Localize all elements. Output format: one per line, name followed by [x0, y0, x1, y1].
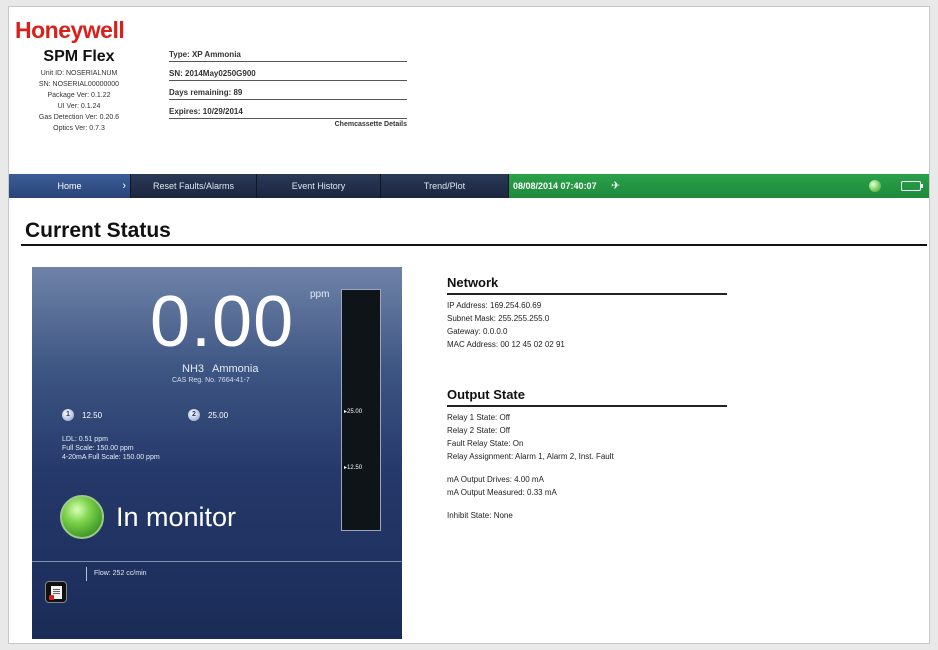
gauge-tick-high: ▸25.00 — [344, 409, 363, 415]
brand-block: Honeywell SPM Flex Unit ID: NOSERIALNUM … — [15, 17, 143, 134]
gas-formula: NH3 — [182, 363, 205, 375]
alarm-2-icon: 2 — [188, 409, 200, 421]
relay-1-state: Relay 1 State: Off — [447, 413, 510, 422]
title-divider — [21, 244, 927, 246]
datetime-display: 08/08/2014 07:40:07 — [513, 181, 597, 191]
full-scale-spec: Full Scale: 150.00 ppm — [62, 445, 134, 452]
gauge-tick-low: ▸12.50 — [344, 465, 363, 471]
ui-version: UI Ver: 0.1.24 — [57, 103, 101, 110]
nav-reset-faults-alarms[interactable]: Reset Faults/Alarms — [131, 174, 257, 198]
ldl-spec: LDL: 0.51 ppm — [62, 436, 108, 443]
alert-flag-icon — [49, 595, 54, 600]
relay-assignment: Relay Assignment: Alarm 1, Alarm 2, Inst… — [447, 452, 614, 461]
nav-bar: Home › Reset Faults/Alarms Event History… — [9, 174, 929, 198]
product-name: SPM Flex — [43, 48, 115, 65]
status-strip: 08/08/2014 07:40:07 ✈ — [509, 174, 929, 198]
gas-reading-value: 0.00 — [150, 282, 295, 362]
alarm-1-value: 12.50 — [82, 410, 103, 420]
monitor-state-label: In monitor — [116, 501, 237, 532]
monitor-status-icon — [60, 495, 104, 539]
alarm-1-icon: 1 — [62, 409, 74, 421]
chemcassette-details-link[interactable]: Chemcassette Details — [169, 121, 407, 128]
ma-output-drives: mA Output Drives: 4.00 mA — [447, 475, 544, 484]
cas-number: CAS Reg. No. 7664-41-7 — [172, 377, 250, 384]
gas-specs: LDL: 0.51 ppm Full Scale: 150.00 ppm 4-2… — [62, 435, 160, 462]
satellite-icon: ✈ — [611, 180, 621, 192]
alarm-2-threshold: 2 25.00 — [188, 409, 228, 421]
nav-home-label: Home — [57, 181, 82, 191]
nav-home[interactable]: Home › — [9, 174, 131, 198]
concentration-bar-gauge: ▸25.00 ▸12.50 — [341, 289, 381, 531]
gas-common-name: Ammonia — [212, 363, 259, 375]
fault-relay-state: Fault Relay State: On — [447, 439, 524, 448]
honeywell-logo: Honeywell — [15, 17, 125, 43]
gas-name: NH3 Ammonia — [182, 363, 258, 375]
gas-status-panel: 0.00 ppm NH3 Ammonia CAS Reg. No. 7664-41… — [32, 267, 402, 639]
gas-detection-version: Gas Detection Ver: 0.20.6 — [38, 114, 120, 121]
relay-2-state: Relay 2 State: Off — [447, 426, 510, 435]
inhibit-state: Inhibit State: None — [447, 511, 513, 520]
output-state-section: Output State Relay 1 State: Off Relay 2 … — [447, 387, 729, 522]
network-heading: Network — [447, 275, 727, 295]
package-version: Package Ver: 0.1.22 — [47, 92, 111, 99]
cassette-type: Type: XP Ammonia — [169, 49, 407, 62]
battery-icon — [901, 181, 923, 191]
gauge-tick-low-label: 12.50 — [347, 465, 363, 471]
gauge-tick-high-label: 25.00 — [347, 409, 363, 415]
network-section: Network IP Address: 169.254.60.69 Subnet… — [447, 275, 729, 351]
unit-info: Unit ID: NOSERIALNUM SN: NOSERIAL0000000… — [15, 68, 143, 134]
subnet-mask: Subnet Mask: 255.255.255.0 — [447, 314, 550, 323]
cassette-sn: SN: 2014May0250G900 — [169, 62, 407, 81]
monitor-state: In monitor — [60, 495, 236, 539]
optics-version: Optics Ver: 0.7.3 — [53, 125, 105, 132]
alarm-2-value: 25.00 — [208, 410, 229, 420]
ip-address: IP Address: 169.254.60.69 — [447, 301, 542, 310]
nav-trend-plot[interactable]: Trend/Plot — [381, 174, 509, 198]
report-button[interactable] — [45, 581, 67, 603]
cassette-expires: Expires: 10/29/2014 — [169, 100, 407, 119]
gateway: Gateway: 0.0.0.0 — [447, 327, 508, 336]
chevron-right-icon: › — [122, 180, 126, 192]
cassette-days-remaining: Days remaining: 89 — [169, 81, 407, 100]
cassette-info: Type: XP Ammonia SN: 2014May0250G900 Day… — [169, 49, 407, 128]
flow-separator — [86, 567, 87, 581]
serial-number: SN: NOSERIAL00000000 — [38, 81, 120, 88]
ma-output-measured: mA Output Measured: 0.33 mA — [447, 488, 557, 497]
nav-event-history[interactable]: Event History — [257, 174, 381, 198]
app-frame: Honeywell SPM Flex Unit ID: NOSERIALNUM … — [8, 6, 930, 644]
alarm-1-threshold: 1 12.50 — [62, 409, 102, 421]
page-title: Current Status — [25, 219, 171, 242]
panel-divider — [32, 561, 402, 562]
mac-address: MAC Address: 00 12 45 02 02 91 — [447, 340, 565, 349]
flow-rate: Flow: 252 cc/min — [94, 570, 147, 577]
unit-id: Unit ID: NOSERIALNUM — [40, 70, 118, 77]
output-state-heading: Output State — [447, 387, 727, 407]
status-led-icon — [869, 180, 881, 192]
gas-reading-unit: ppm — [310, 289, 330, 300]
ma-full-scale-spec: 4-20mA Full Scale: 150.00 ppm — [62, 454, 160, 461]
